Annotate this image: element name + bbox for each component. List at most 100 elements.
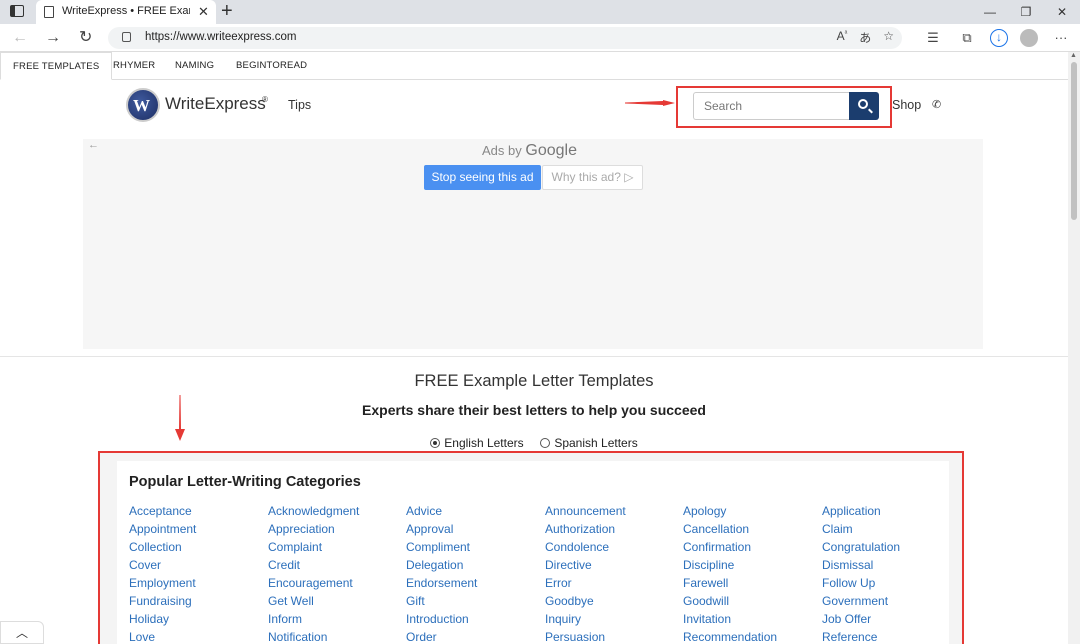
favorite-star-icon[interactable]: ☆ bbox=[883, 29, 894, 46]
nav-rhymer[interactable]: RHYMER bbox=[113, 52, 155, 80]
category-link[interactable]: Holiday bbox=[129, 610, 196, 628]
favorites-icon[interactable]: ☰ bbox=[922, 27, 944, 49]
radio-unchecked-icon[interactable] bbox=[540, 438, 551, 448]
why-this-ad-button[interactable]: Why this ad? ▷ bbox=[542, 165, 643, 190]
category-link[interactable]: Encouragement bbox=[268, 574, 359, 592]
category-link[interactable]: Compliment bbox=[406, 538, 477, 556]
scroll-thumb[interactable] bbox=[1071, 62, 1077, 220]
restore-button[interactable]: ❐ bbox=[1008, 0, 1044, 24]
category-link[interactable]: Goodbye bbox=[545, 592, 626, 610]
close-tab-icon[interactable]: ✕ bbox=[198, 4, 209, 20]
category-link[interactable]: Government bbox=[822, 592, 900, 610]
nav-begintoread[interactable]: BEGINTOREAD bbox=[236, 52, 307, 80]
category-link[interactable]: Apology bbox=[683, 502, 777, 520]
phone-icon[interactable]: ✆ bbox=[932, 98, 941, 111]
category-link[interactable]: Endorsement bbox=[406, 574, 477, 592]
ad-back-icon[interactable]: ← bbox=[88, 139, 99, 151]
new-tab-button[interactable]: + bbox=[221, 0, 233, 22]
close-window-button[interactable]: ✕ bbox=[1044, 0, 1080, 24]
category-link[interactable]: Employment bbox=[129, 574, 196, 592]
category-link[interactable]: Approval bbox=[406, 520, 477, 538]
category-link[interactable]: Farewell bbox=[683, 574, 777, 592]
category-link[interactable]: Collection bbox=[129, 538, 196, 556]
english-letters-radio[interactable]: English Letters bbox=[430, 436, 524, 450]
category-link[interactable]: Announcement bbox=[545, 502, 626, 520]
nav-naming[interactable]: NAMING bbox=[175, 52, 214, 80]
category-link[interactable]: Application bbox=[822, 502, 900, 520]
category-link[interactable]: Delegation bbox=[406, 556, 477, 574]
lock-icon[interactable] bbox=[122, 32, 131, 42]
more-menu-icon[interactable]: ··· bbox=[1050, 27, 1072, 49]
category-link[interactable]: Complaint bbox=[268, 538, 359, 556]
stop-seeing-ad-button[interactable]: Stop seeing this ad bbox=[424, 165, 541, 190]
category-link[interactable]: Love bbox=[129, 628, 196, 644]
forward-icon[interactable]: → bbox=[45, 27, 61, 49]
profile-avatar[interactable] bbox=[1020, 29, 1038, 47]
ads-by-label: Ads by bbox=[482, 143, 522, 158]
page-title: FREE Example Letter Templates bbox=[414, 372, 654, 390]
category-link[interactable]: Credit bbox=[268, 556, 359, 574]
browser-tab[interactable]: WriteExpress • FREE Example Lett ✕ bbox=[36, 0, 216, 24]
category-link[interactable]: Acknowledgment bbox=[268, 502, 359, 520]
category-link[interactable]: Advice bbox=[406, 502, 477, 520]
category-link[interactable]: Goodwill bbox=[683, 592, 777, 610]
category-link[interactable]: Recommendation bbox=[683, 628, 777, 644]
logo-icon[interactable] bbox=[126, 88, 160, 122]
back-to-top-button[interactable]: ︿ bbox=[0, 621, 44, 644]
back-icon[interactable]: ← bbox=[12, 27, 28, 49]
tab-actions-icon[interactable] bbox=[10, 5, 24, 17]
category-link[interactable]: Inform bbox=[268, 610, 359, 628]
url-field[interactable]: https://www.writeexpress.com Aᵃ あ ☆ bbox=[108, 27, 902, 49]
ad-area: ← Ads by Google Stop seeing this ad Why … bbox=[83, 139, 983, 349]
page-scrollbar[interactable]: ▲ bbox=[1068, 52, 1080, 644]
radio-checked-icon[interactable] bbox=[430, 438, 441, 448]
registered-mark: ® bbox=[262, 95, 268, 104]
category-link[interactable]: Dismissal bbox=[822, 556, 900, 574]
category-link[interactable]: Invitation bbox=[683, 610, 777, 628]
category-link[interactable]: Gift bbox=[406, 592, 477, 610]
tips-link[interactable]: Tips bbox=[288, 98, 311, 112]
minimize-button[interactable]: — bbox=[972, 0, 1008, 24]
category-link[interactable]: Introduction bbox=[406, 610, 477, 628]
browser-toolbar: ☰ ⧉ ↓ ··· bbox=[922, 27, 1072, 49]
google-label: Google bbox=[525, 142, 577, 159]
category-link[interactable]: Authorization bbox=[545, 520, 626, 538]
category-column-6: Application Claim Congratulation Dismiss… bbox=[822, 502, 900, 644]
logo-text[interactable]: WriteExpress bbox=[165, 94, 266, 114]
category-link[interactable]: Claim bbox=[822, 520, 900, 538]
nav-free-templates[interactable]: FREE TEMPLATES bbox=[0, 52, 113, 80]
category-link[interactable]: Appreciation bbox=[268, 520, 359, 538]
url-actions: Aᵃ あ ☆ bbox=[837, 29, 894, 46]
category-link[interactable]: Fundraising bbox=[129, 592, 196, 610]
ads-by-google: Ads by Google bbox=[482, 142, 577, 160]
category-link[interactable]: Discipline bbox=[683, 556, 777, 574]
scroll-up-icon[interactable]: ▲ bbox=[1070, 52, 1077, 59]
category-link[interactable]: Appointment bbox=[129, 520, 196, 538]
category-column-2: Acknowledgment Appreciation Complaint Cr… bbox=[268, 502, 359, 644]
read-aloud-icon[interactable]: Aᵃ bbox=[837, 29, 848, 46]
category-link[interactable]: Follow Up bbox=[822, 574, 900, 592]
category-link[interactable]: Confirmation bbox=[683, 538, 777, 556]
site-top-nav: FREE TEMPLATES RHYMER NAMING BEGINTOREAD bbox=[0, 52, 1068, 80]
category-link[interactable]: Error bbox=[545, 574, 626, 592]
collections-icon[interactable]: ⧉ bbox=[956, 27, 978, 49]
category-link[interactable]: Congratulation bbox=[822, 538, 900, 556]
category-link[interactable]: Acceptance bbox=[129, 502, 196, 520]
language-radio-group: English Letters Spanish Letters bbox=[0, 436, 1068, 450]
category-link[interactable]: Get Well bbox=[268, 592, 359, 610]
category-link[interactable]: Inquiry bbox=[545, 610, 626, 628]
category-link[interactable]: Persuasion bbox=[545, 628, 626, 644]
category-link[interactable]: Job Offer bbox=[822, 610, 900, 628]
category-link[interactable]: Notification bbox=[268, 628, 359, 644]
shop-link[interactable]: Shop bbox=[892, 98, 921, 112]
category-link[interactable]: Order bbox=[406, 628, 477, 644]
translate-icon[interactable]: あ bbox=[859, 29, 871, 46]
category-link[interactable]: Reference bbox=[822, 628, 900, 644]
category-link[interactable]: Directive bbox=[545, 556, 626, 574]
refresh-icon[interactable]: ↻ bbox=[79, 27, 92, 49]
category-link[interactable]: Condolence bbox=[545, 538, 626, 556]
category-link[interactable]: Cancellation bbox=[683, 520, 777, 538]
spanish-letters-radio[interactable]: Spanish Letters bbox=[540, 436, 638, 450]
download-icon[interactable]: ↓ bbox=[990, 29, 1008, 47]
category-link[interactable]: Cover bbox=[129, 556, 196, 574]
